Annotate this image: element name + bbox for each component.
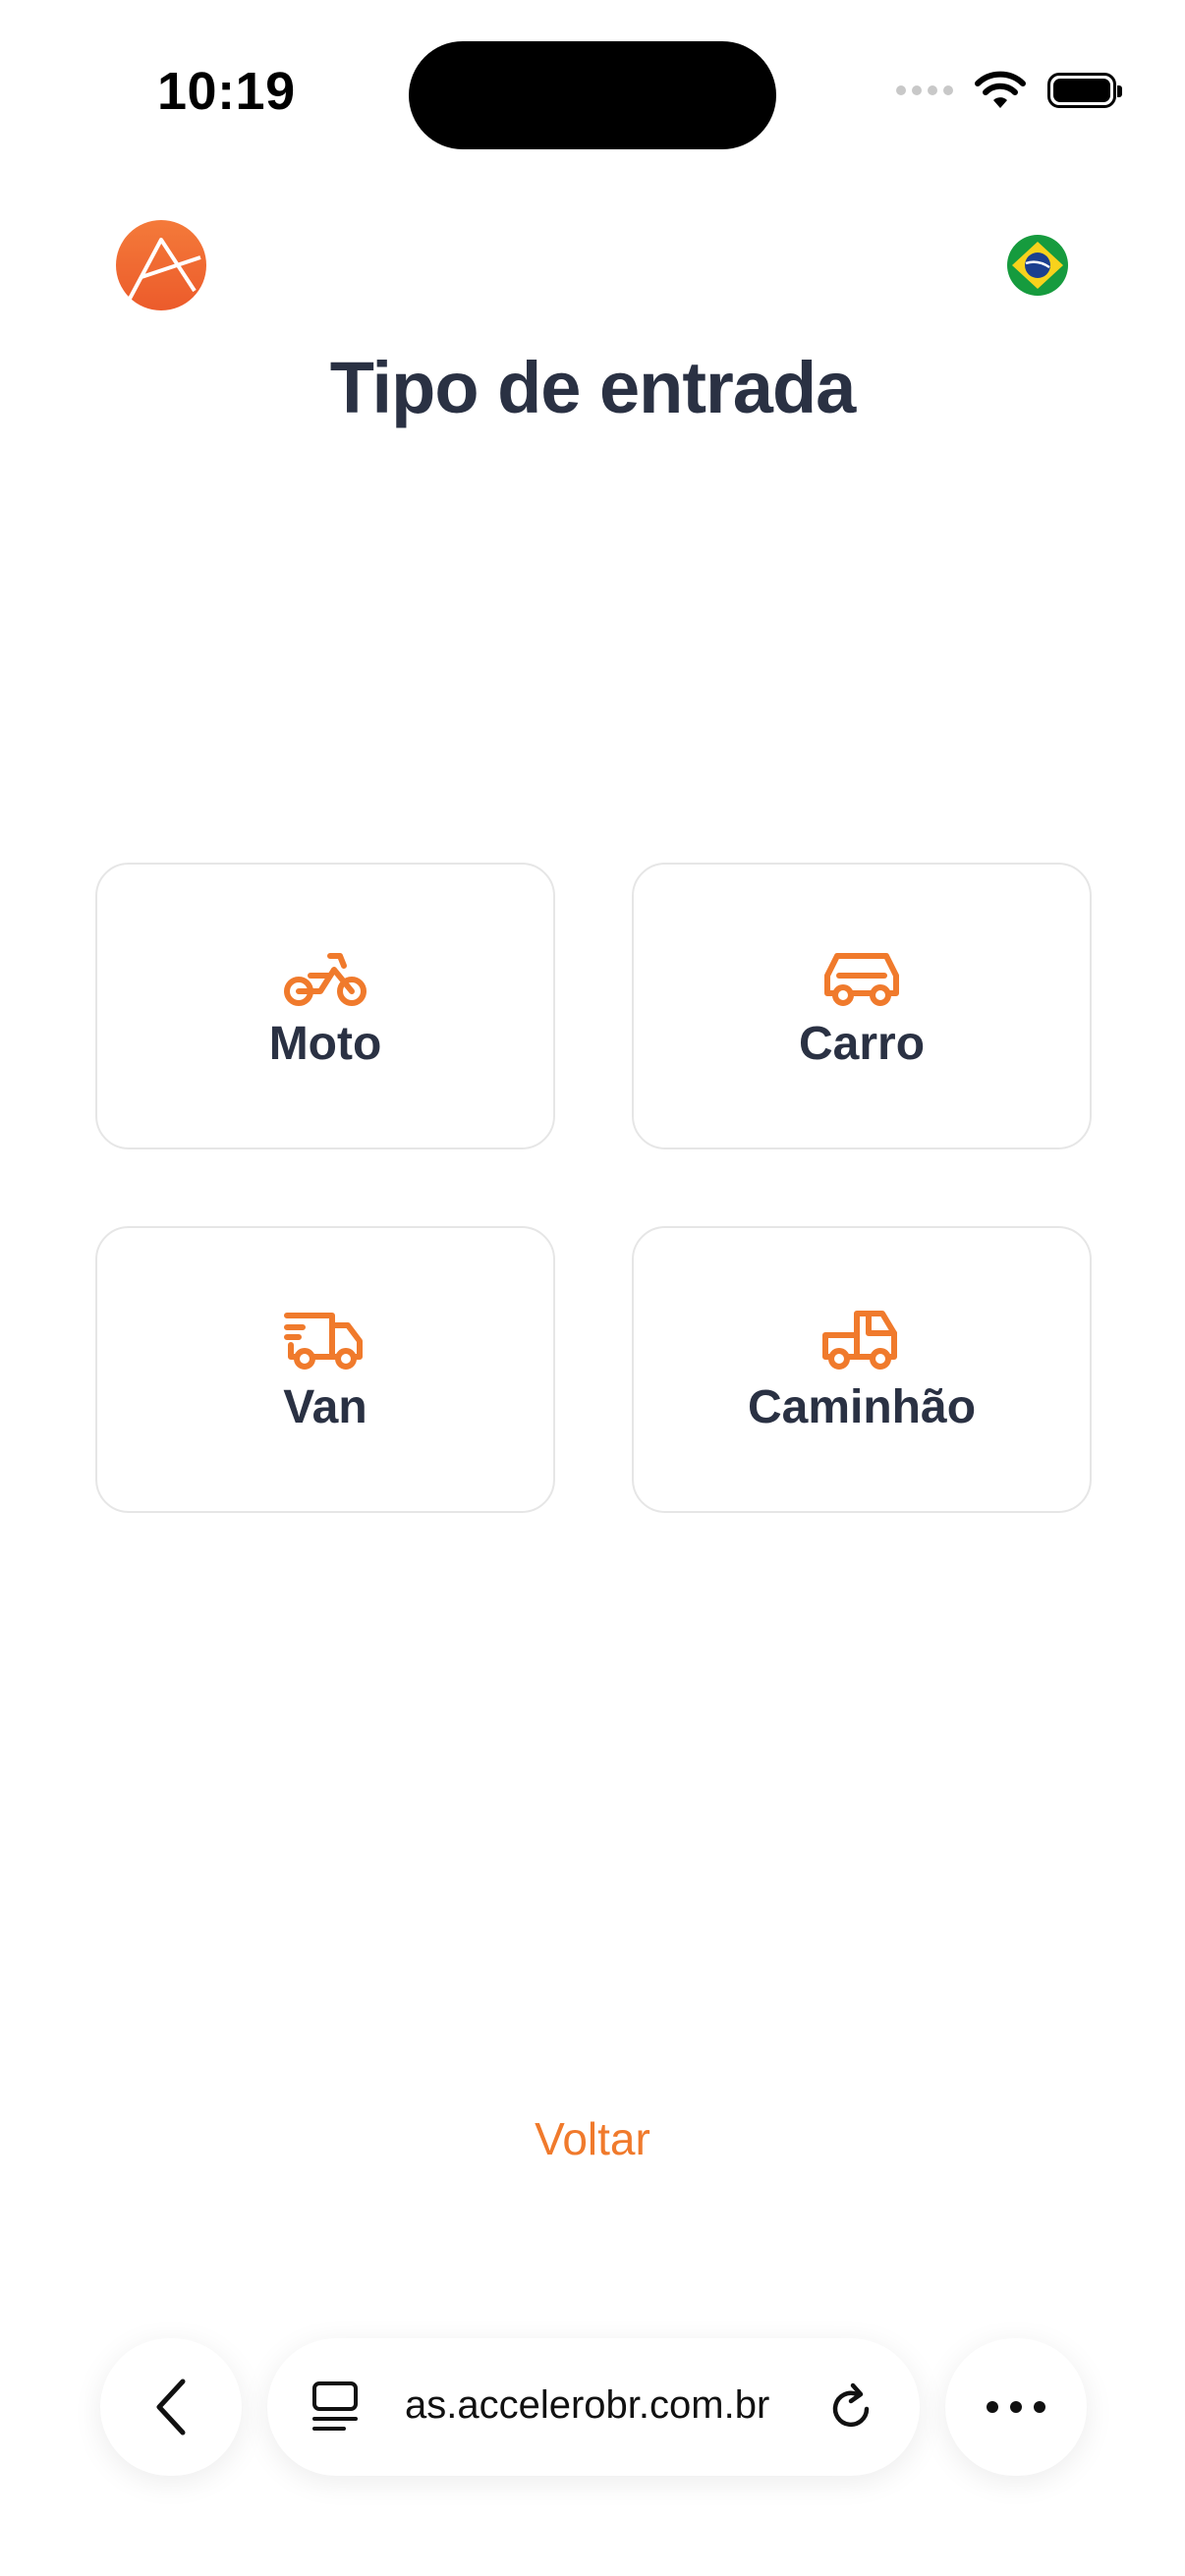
app-logo[interactable] <box>116 220 206 310</box>
option-label: Van <box>283 1380 367 1433</box>
dynamic-island <box>409 41 776 149</box>
truck-icon <box>822 1310 897 1370</box>
car-icon <box>824 952 899 1006</box>
option-label: Caminhão <box>747 1380 977 1433</box>
option-label: Moto <box>268 1017 382 1070</box>
status-time: 10:19 <box>157 62 296 121</box>
battery-icon <box>1047 73 1122 108</box>
brazil-flag-icon[interactable] <box>1006 234 1069 297</box>
browser-back-button[interactable] <box>100 2338 242 2476</box>
option-moto-button[interactable]: Moto <box>95 863 555 1149</box>
ellipsis-icon <box>987 2401 1045 2413</box>
wifi-icon <box>975 71 1026 108</box>
address-bar[interactable]: as.accelerobr.com.br <box>267 2338 920 2476</box>
motorcycle-icon <box>284 952 367 1006</box>
reload-icon[interactable] <box>823 2381 878 2436</box>
more-options-button[interactable] <box>945 2338 1087 2476</box>
url-text: as.accelerobr.com.br <box>405 2383 770 2427</box>
option-carro-button[interactable]: Carro <box>632 863 1092 1149</box>
cellular-signal-icon <box>896 85 953 95</box>
option-van-button[interactable]: Van <box>95 1226 555 1513</box>
chevron-left-icon <box>156 2379 186 2436</box>
option-caminhao-button[interactable]: Caminhão <box>632 1226 1092 1513</box>
van-icon <box>284 1312 363 1370</box>
page-title: Tipo de entrada <box>329 347 857 428</box>
status-icons <box>896 71 1122 110</box>
option-label: Carro <box>798 1017 926 1070</box>
tabs-icon[interactable] <box>310 2380 362 2435</box>
back-link[interactable]: Voltar <box>0 2112 1185 2165</box>
